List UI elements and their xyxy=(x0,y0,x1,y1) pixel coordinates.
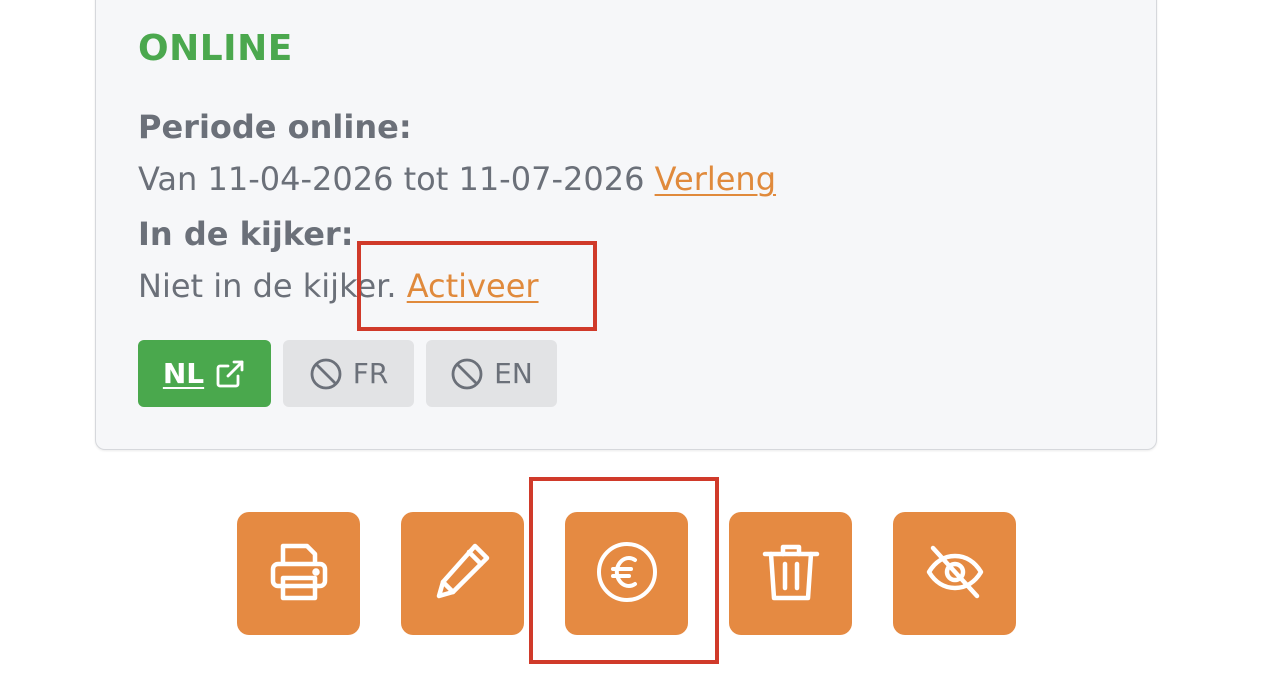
eye-slash-icon xyxy=(923,540,987,608)
delete-button[interactable] xyxy=(729,512,852,635)
edit-button[interactable] xyxy=(401,512,524,635)
payment-button[interactable] xyxy=(565,512,688,635)
period-line: Van 11-04-2026 tot 11-07-2026 Verleng xyxy=(138,160,776,198)
language-buttons: NL FR EN xyxy=(138,340,557,407)
language-nl-button[interactable]: NL xyxy=(138,340,271,407)
period-text: Van 11-04-2026 tot 11-07-2026 xyxy=(138,160,645,198)
language-en-label: EN xyxy=(494,357,533,390)
ban-icon xyxy=(309,357,343,391)
printer-icon xyxy=(267,540,331,608)
external-link-icon xyxy=(214,358,246,390)
language-fr-button[interactable]: FR xyxy=(283,340,414,407)
action-toolbar xyxy=(237,512,1016,635)
print-button[interactable] xyxy=(237,512,360,635)
hide-button[interactable] xyxy=(893,512,1016,635)
language-nl-label: NL xyxy=(162,357,205,390)
status-label: ONLINE xyxy=(138,28,293,69)
featured-line: Niet in de kijker. Activeer xyxy=(138,267,539,305)
period-label: Periode online: xyxy=(138,108,412,146)
language-en-button[interactable]: EN xyxy=(426,340,557,407)
trash-icon xyxy=(759,540,823,608)
extend-link[interactable]: Verleng xyxy=(655,160,776,198)
ban-icon xyxy=(450,357,484,391)
euro-icon xyxy=(594,539,660,609)
language-fr-label: FR xyxy=(352,357,389,390)
activate-link[interactable]: Activeer xyxy=(407,267,539,305)
featured-label: In de kijker: xyxy=(138,215,354,253)
pencil-icon xyxy=(431,540,495,608)
featured-text: Niet in de kijker. xyxy=(138,267,397,305)
